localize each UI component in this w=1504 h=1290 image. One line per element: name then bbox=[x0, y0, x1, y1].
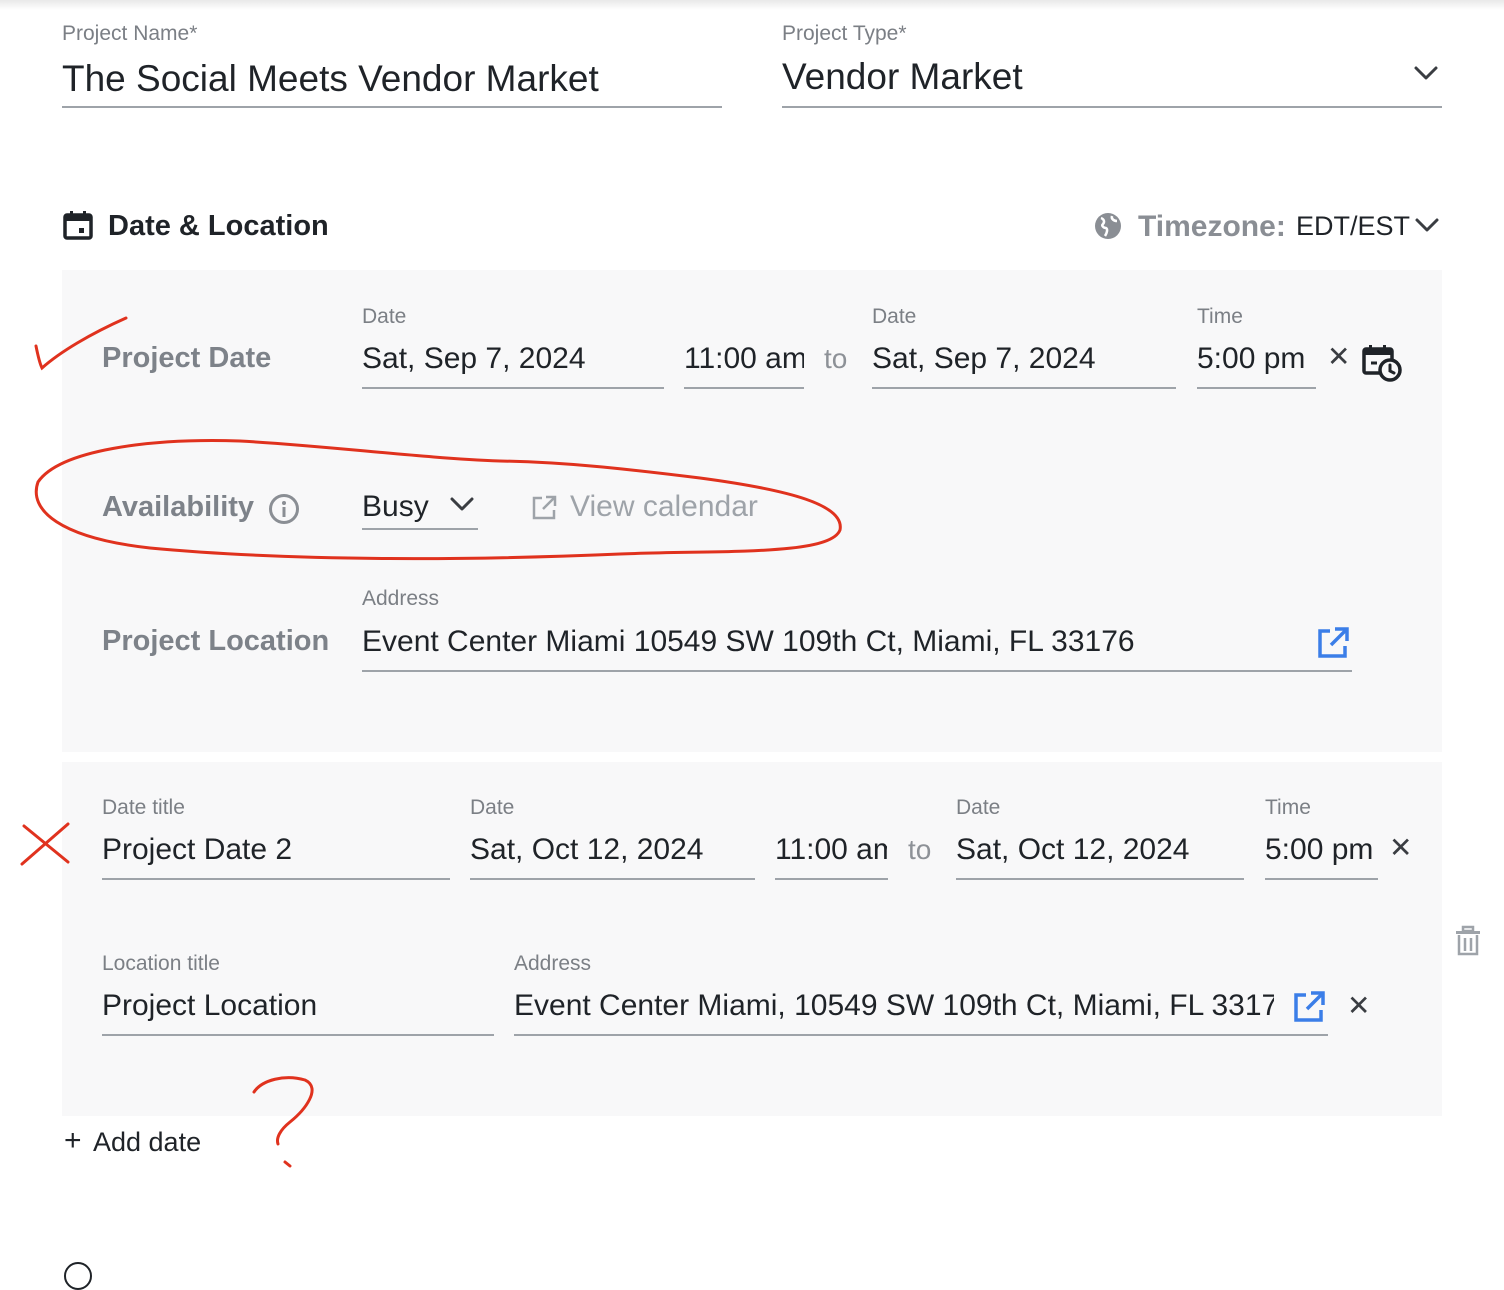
checkmark-annotation bbox=[34, 316, 128, 371]
x-annotation bbox=[20, 822, 70, 866]
question-dot-annotation bbox=[283, 1160, 292, 1168]
question-annotation bbox=[252, 1076, 314, 1146]
annotation-overlay bbox=[20, 316, 842, 1168]
circle-annotation bbox=[34, 439, 842, 561]
